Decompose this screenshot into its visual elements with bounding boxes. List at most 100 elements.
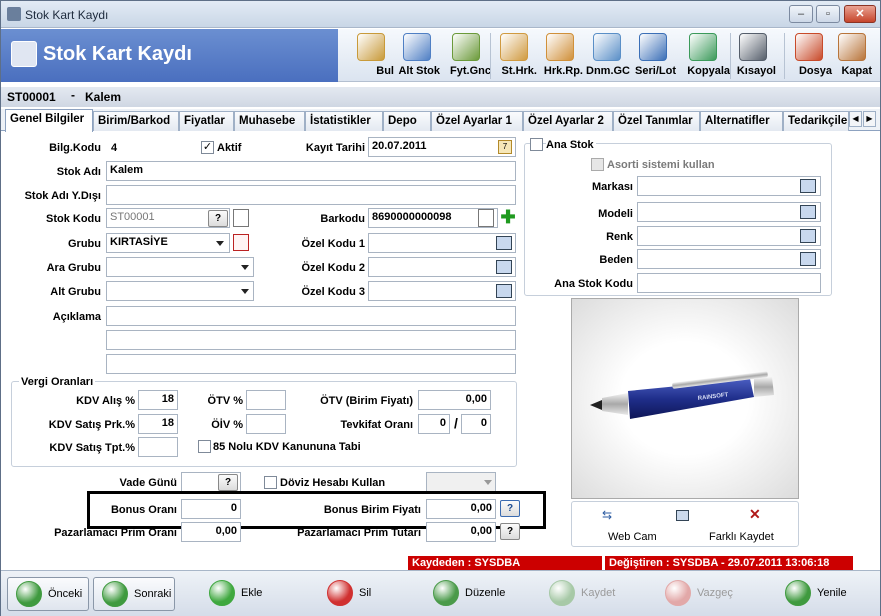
tab-2[interactable]: Birim/Barkod: [93, 111, 179, 131]
stok-kodu-help-button[interactable]: ?: [208, 210, 228, 227]
markasi-input[interactable]: [637, 176, 821, 196]
kanun-85-checkbox[interactable]: [198, 440, 211, 453]
markasi-lookup-icon[interactable]: [800, 179, 816, 193]
aktif-checkbox[interactable]: ✓: [201, 141, 214, 154]
barkod-add-icon[interactable]: ✚: [500, 208, 516, 227]
ozel-kodu-3-input[interactable]: [368, 281, 516, 301]
toolbar-button-1[interactable]: Bul: [348, 31, 394, 81]
kdv-satis-tpt-input[interactable]: [138, 437, 178, 457]
toolbar-button-5[interactable]: Hrk.Rp.: [537, 31, 583, 81]
tab-scroll-left-icon[interactable]: ◀: [849, 111, 862, 127]
action-button-8[interactable]: Yenile: [777, 577, 867, 611]
renk-input[interactable]: [637, 226, 821, 246]
tab-3[interactable]: Fiyatlar: [179, 111, 234, 131]
paz-prim-tutari-input[interactable]: 0,00: [426, 522, 496, 542]
webcam-button[interactable]: Web Cam: [608, 531, 657, 543]
close-button[interactable]: ✕: [844, 5, 876, 23]
alt-grubu-select[interactable]: [106, 281, 254, 301]
vade-help-button[interactable]: ?: [218, 474, 238, 491]
toolbar-button-3[interactable]: Fyt.Gnc: [440, 31, 491, 81]
otv-input[interactable]: [246, 390, 286, 410]
tevkifat-a-input[interactable]: 0: [418, 414, 450, 434]
action-button-7[interactable]: Vazgeç: [657, 577, 747, 611]
action-button-2[interactable]: Sonraki: [93, 577, 175, 611]
kdv-satis-prk-label: KDV Satış Prk.%: [48, 419, 135, 431]
renk-lookup-icon[interactable]: [800, 229, 816, 243]
action-button-6[interactable]: Kaydet: [541, 577, 631, 611]
tab-1[interactable]: Genel Bilgiler: [5, 109, 93, 132]
alt-grubu-dropdown-icon[interactable]: [241, 289, 249, 294]
stok-adi-yd-input[interactable]: [106, 185, 516, 205]
tab-5[interactable]: İstatistikler: [305, 111, 383, 131]
tab-7[interactable]: Özel Ayarlar 1: [431, 111, 523, 131]
tevkifat-separator: /: [454, 415, 458, 431]
ara-grubu-select[interactable]: [106, 257, 254, 277]
bonus-birim-label: Bonus Birim Fiyatı: [323, 504, 421, 516]
modeli-input[interactable]: [637, 202, 821, 222]
maximize-button[interactable]: ▫: [816, 5, 840, 23]
grubu-detail-icon[interactable]: [233, 234, 249, 251]
doviz-checkbox[interactable]: [264, 476, 277, 489]
tevkifat-b-input[interactable]: 0: [461, 414, 491, 434]
action-button-1[interactable]: Önceki: [7, 577, 89, 611]
minimize-button[interactable]: –: [789, 5, 813, 23]
modeli-lookup-icon[interactable]: [800, 205, 816, 219]
ozel-kodu-1-lookup-icon[interactable]: [496, 236, 512, 250]
aciklama-line-2[interactable]: [106, 330, 516, 350]
beden-lookup-icon[interactable]: [800, 252, 816, 266]
tab-9[interactable]: Özel Tanımlar: [613, 111, 700, 131]
ara-grubu-label: Ara Grubu: [46, 262, 101, 274]
stok-adi-input[interactable]: Kalem: [106, 161, 516, 181]
ana-stok-kodu-input[interactable]: [637, 273, 821, 293]
oiv-input[interactable]: [246, 414, 286, 434]
bonus-birim-input[interactable]: 0,00: [426, 499, 496, 519]
calendar-icon[interactable]: 7: [498, 140, 512, 154]
beden-input[interactable]: [637, 249, 821, 269]
kayit-tarihi-input[interactable]: 20.07.2011: [368, 137, 516, 157]
bonus-orani-input[interactable]: 0: [181, 499, 241, 519]
doviz-dropdown-icon[interactable]: [484, 480, 492, 485]
tab-8[interactable]: Özel Ayarlar 2: [523, 111, 613, 131]
aciklama-line-1[interactable]: [106, 306, 516, 326]
action-button-3[interactable]: Ekle: [201, 577, 281, 611]
toolbar-button-11[interactable]: Kapat: [832, 31, 872, 81]
toolbar-button-2[interactable]: Alt Stok: [394, 31, 440, 81]
tab-10[interactable]: Alternatifler: [700, 111, 783, 131]
tab-11[interactable]: Tedarikçile: [783, 111, 849, 131]
toolbar-button-4[interactable]: St.Hrk.: [491, 31, 537, 81]
toolbar-button-9[interactable]: Kısayol: [730, 31, 776, 81]
otv-birim-input[interactable]: 0,00: [418, 390, 491, 410]
action-button-5[interactable]: Düzenle: [425, 577, 515, 611]
webcam-icon[interactable]: ⇆: [602, 508, 618, 522]
asorti-checkbox[interactable]: [591, 158, 604, 171]
ozel-kodu-2-lookup-icon[interactable]: [496, 260, 512, 274]
ozel-kodu-3-lookup-icon[interactable]: [496, 284, 512, 298]
delete-image-icon[interactable]: ✕: [749, 506, 761, 523]
tab-scroll-right-icon[interactable]: ▶: [863, 111, 876, 127]
toolbar-button-8[interactable]: Kopyala: [676, 31, 730, 81]
screen-icon[interactable]: [676, 510, 689, 521]
ozel-kodu-1-input[interactable]: [368, 233, 516, 253]
kdv-alis-input[interactable]: 18: [138, 390, 178, 410]
toolbar-button-6[interactable]: Dnm.GC: [583, 31, 630, 81]
grubu-dropdown-icon[interactable]: [216, 241, 224, 246]
tab-4[interactable]: Muhasebe: [234, 111, 305, 131]
toolbar-button-10[interactable]: Dosya: [786, 31, 832, 81]
barkod-document-icon[interactable]: [478, 209, 494, 227]
ara-grubu-dropdown-icon[interactable]: [241, 265, 249, 270]
toolbar-button-label: Kapat: [841, 65, 872, 77]
ana-stok-checkbox[interactable]: [530, 138, 543, 151]
kdv-satis-prk-input[interactable]: 18: [138, 414, 178, 434]
stok-adi-yd-label: Stok Adı Y.Dışı: [24, 190, 101, 202]
paz-help-button[interactable]: ?: [500, 523, 520, 540]
farkli-kaydet-button[interactable]: Farklı Kaydet: [709, 531, 774, 543]
action-button-4[interactable]: Sil: [319, 577, 399, 611]
bonus-help-button[interactable]: ?: [500, 500, 520, 517]
ozel-kodu-2-input[interactable]: [368, 257, 516, 277]
toolbar-button-7[interactable]: Seri/Lot: [630, 31, 676, 81]
grubu-select[interactable]: KIRTASİYE: [106, 233, 230, 253]
paz-prim-orani-input[interactable]: 0,00: [181, 522, 241, 542]
aciklama-line-3[interactable]: [106, 354, 516, 374]
stok-kodu-document-icon[interactable]: [233, 209, 249, 227]
tab-6[interactable]: Depo: [383, 111, 431, 131]
